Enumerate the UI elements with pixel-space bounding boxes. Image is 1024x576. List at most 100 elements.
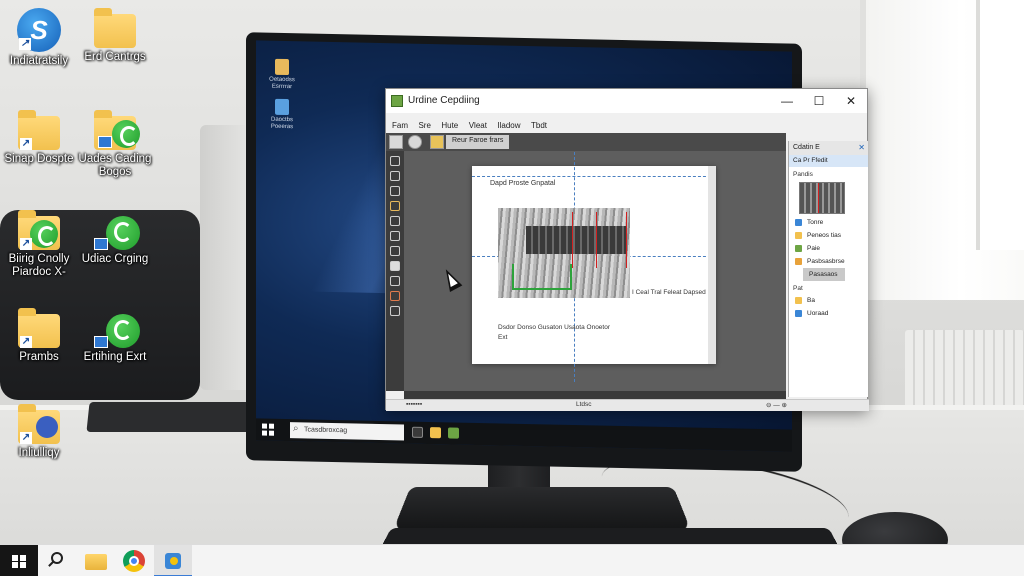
- side-note: I Ceal Tral Feleat Dapsed: [632, 289, 706, 296]
- toolbar-label[interactable]: Reur Faroe frars: [446, 135, 510, 149]
- screen-start-button[interactable]: [262, 423, 274, 436]
- caption: Dsdor Donso Gusaton Usaota Onoetor: [498, 324, 611, 331]
- panel-item[interactable]: Paie: [789, 242, 868, 255]
- green-selection-box: [512, 264, 572, 290]
- menu-item[interactable]: Hute: [441, 118, 458, 134]
- pin-icon: [795, 257, 802, 265]
- page-scrollbar[interactable]: [708, 166, 716, 364]
- screen-taskbar: Tcasdbroxcag: [256, 418, 792, 452]
- window-pane: [976, 0, 1024, 250]
- folder-icon: ↗: [18, 210, 60, 250]
- toolbar: Reur Faroe frars: [386, 133, 786, 151]
- folder-icon: ↗: [18, 110, 60, 150]
- search-icon: [51, 552, 63, 564]
- embedded-photo[interactable]: [498, 208, 630, 298]
- maximize-button[interactable]: ☐: [803, 89, 835, 113]
- red-guide: [572, 212, 573, 268]
- line-tool-icon[interactable]: [390, 216, 400, 226]
- app-icon: [94, 216, 140, 250]
- task-view-icon[interactable]: [412, 426, 423, 438]
- shortcut-arrow-icon: [98, 136, 112, 148]
- pen-tool-icon[interactable]: [390, 171, 400, 181]
- desktop-icon[interactable]: Erd Cantrgs: [70, 8, 160, 64]
- properties-panel: Cdatin E ✕ Ca Pr Ffedit Pandis Tonre Pen…: [788, 141, 868, 397]
- layer-thumbnail[interactable]: [799, 182, 845, 214]
- app-taskbar-icon[interactable]: [448, 427, 459, 439]
- page-heading: Dapd Proste Gnpatal: [490, 180, 556, 187]
- shortcut-arrow-icon: ↗: [20, 432, 32, 444]
- select-tool-button[interactable]: [389, 135, 403, 149]
- shortcut-arrow-icon: ↗: [20, 138, 32, 150]
- panel-item[interactable]: Peneos tias: [789, 229, 868, 242]
- screen-desktop-icon[interactable]: Oetaodss Esrrrrar: [260, 58, 304, 91]
- desktop-icon[interactable]: ↗ Inliulliqy: [0, 404, 84, 460]
- menu-item[interactable]: Sre: [418, 118, 430, 134]
- title-bar[interactable]: Urdine Cepdiing — ☐ ✕: [386, 89, 867, 113]
- chrome-icon: [123, 550, 145, 572]
- menu-item[interactable]: Iladow: [497, 118, 520, 134]
- settings-tool-icon[interactable]: [390, 306, 400, 316]
- panel-item[interactable]: Ba: [789, 294, 868, 307]
- upload-icon: [795, 309, 802, 317]
- eyedropper-tool-icon[interactable]: [390, 231, 400, 241]
- photo-dark-region: [526, 226, 626, 254]
- screen-search-box[interactable]: Tcasdbroxcag: [290, 422, 404, 441]
- minimize-button[interactable]: —: [771, 89, 803, 113]
- document-icon: [275, 98, 289, 116]
- canvas-horizontal-scrollbar[interactable]: [404, 391, 786, 399]
- active-app-button[interactable]: [154, 545, 192, 576]
- panel-item-selected[interactable]: Pasasaos: [803, 268, 845, 281]
- windows-logo-icon: [12, 555, 26, 568]
- close-button[interactable]: ✕: [835, 89, 867, 113]
- app-icon: [391, 95, 403, 107]
- zoom-control[interactable]: ⊖ — ⊕: [766, 401, 787, 409]
- document-page[interactable]: Dapd Proste Gnpatal I Ceal Tral Feleat D…: [472, 152, 716, 382]
- folder-icon: [94, 110, 140, 150]
- pencil-tool-icon[interactable]: [390, 201, 400, 211]
- desktop-icon[interactable]: Ertihing Exrt: [70, 314, 160, 364]
- menu-item[interactable]: Fam: [392, 118, 408, 134]
- canvas-status: Ltdsc: [576, 401, 592, 408]
- fill-tool-icon[interactable]: [390, 261, 400, 271]
- status-item: ▪▪▪▪▪▪▪: [406, 401, 423, 408]
- shortcut-arrow-icon: [94, 336, 108, 348]
- app-icon: [165, 553, 181, 569]
- panel-item[interactable]: Tonre: [789, 216, 868, 229]
- star-icon: [795, 218, 802, 226]
- folder-icon: [795, 296, 802, 304]
- panel-item[interactable]: Pasbsasbrse: [789, 255, 868, 268]
- panel-close-icon[interactable]: ✕: [858, 143, 865, 152]
- app-window: Urdine Cepdiing — ☐ ✕ Fam Sre Hute Vleat…: [385, 88, 869, 411]
- stamp-tool-icon[interactable]: [390, 246, 400, 256]
- panel-subtitle: Ca Pr Ffedit: [789, 155, 868, 167]
- green-badge-icon: [112, 120, 140, 148]
- file-explorer-button[interactable]: [76, 545, 114, 576]
- panel-title: Cdatin E: [793, 144, 820, 151]
- tools-palette: [386, 151, 404, 391]
- move-tool-icon[interactable]: [390, 156, 400, 166]
- search-button[interactable]: [38, 545, 76, 576]
- image-icon[interactable]: [430, 135, 444, 149]
- view-button[interactable]: [408, 135, 422, 149]
- panel-item[interactable]: Uoraad: [789, 307, 868, 320]
- menu-item[interactable]: Tbdt: [531, 118, 547, 134]
- leaf-icon: [795, 244, 802, 252]
- transform-tool-icon[interactable]: [390, 276, 400, 286]
- app-icon: [94, 314, 140, 348]
- file-explorer-icon[interactable]: [430, 427, 441, 439]
- caption-secondary: Ext: [498, 334, 508, 341]
- chrome-button[interactable]: [114, 545, 152, 576]
- panel-title-bar: Cdatin E ✕: [789, 141, 868, 155]
- desktop-icon[interactable]: Udiac Crging: [70, 216, 160, 266]
- start-button[interactable]: [0, 545, 38, 576]
- window-title: Urdine Cepdiing: [408, 95, 480, 106]
- shortcut-arrow-icon: ↗: [19, 38, 31, 50]
- canvas-area[interactable]: Dapd Proste Gnpatal I Ceal Tral Feleat D…: [404, 151, 786, 391]
- screen-desktop-icon[interactable]: Daoctbs Poeeras: [260, 98, 304, 131]
- brush-tool-icon[interactable]: [390, 186, 400, 196]
- menu-item[interactable]: Vleat: [469, 118, 487, 134]
- shape-tool-icon[interactable]: [390, 291, 400, 301]
- desktop-icon[interactable]: Uades Cading Bogos: [70, 110, 160, 179]
- panel-section2-label: Pat: [793, 285, 803, 292]
- green-badge-icon: [106, 314, 140, 348]
